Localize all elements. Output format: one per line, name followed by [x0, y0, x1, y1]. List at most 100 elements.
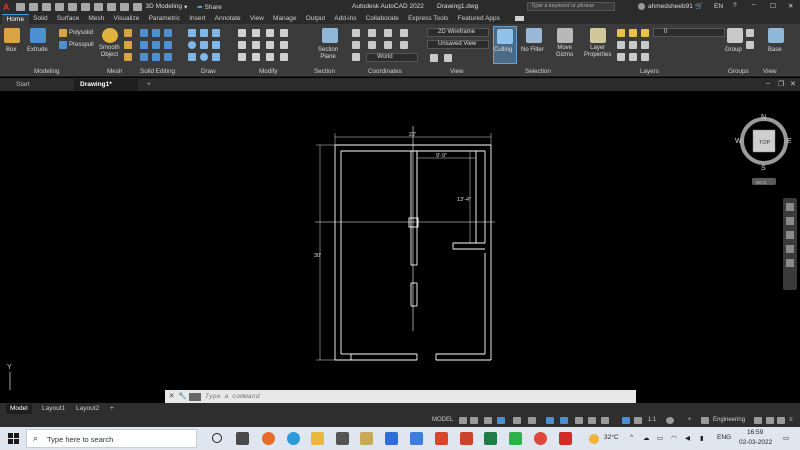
tab-annotate[interactable]: Annotate: [210, 14, 245, 24]
zoom-extents-icon[interactable]: [786, 231, 794, 239]
tray-language[interactable]: ENG: [717, 434, 731, 441]
coord-system-select[interactable]: World: [366, 53, 418, 62]
grid-icon[interactable]: [459, 417, 467, 424]
ellipse-icon[interactable]: [200, 53, 208, 61]
open-web-icon[interactable]: [67, 2, 77, 11]
tab-home[interactable]: Home: [2, 14, 29, 24]
file-explorer-icon[interactable]: [311, 432, 324, 445]
layer-properties-button[interactable]: Layer Properties: [584, 45, 611, 59]
group-icon[interactable]: [727, 28, 743, 43]
dropbox-icon[interactable]: [385, 432, 398, 445]
section-plane-icon[interactable]: [322, 28, 338, 43]
doc-tab-start[interactable]: Start: [10, 79, 36, 91]
base-view-icon[interactable]: [768, 28, 784, 43]
hatch-icon[interactable]: [212, 41, 220, 49]
edge-icon[interactable]: [287, 432, 300, 445]
view-select[interactable]: Unsaved View: [427, 40, 489, 49]
tab-surface[interactable]: Surface: [52, 14, 84, 24]
powerpoint-icon[interactable]: [460, 432, 473, 445]
box-icon[interactable]: [4, 28, 20, 43]
presspull-button[interactable]: Presspull: [69, 42, 94, 49]
polyline-icon[interactable]: [200, 29, 208, 37]
viewcube-north[interactable]: N: [761, 114, 766, 121]
tab-view[interactable]: View: [245, 14, 268, 24]
erase-icon[interactable]: [266, 53, 274, 61]
ucs-y-icon[interactable]: [368, 41, 376, 49]
workspace-gear-icon[interactable]: [666, 417, 674, 424]
move-gizmo-icon[interactable]: [557, 28, 573, 43]
trim-icon[interactable]: [266, 29, 274, 37]
view-tool-1-icon[interactable]: [430, 54, 438, 62]
gear-icon[interactable]: [132, 2, 142, 11]
osnap-tracking-icon[interactable]: [528, 417, 536, 424]
mesh-tool-3-icon[interactable]: [124, 53, 132, 61]
panel-mesh[interactable]: Mesh: [107, 68, 122, 75]
layer-tool-6-icon[interactable]: [641, 41, 649, 49]
hardware-acceleration-icon[interactable]: [777, 417, 785, 424]
new-file-icon[interactable]: [15, 2, 25, 11]
no-filter-button[interactable]: No Filter: [521, 47, 544, 54]
rectangle-icon[interactable]: [200, 41, 208, 49]
workspace-dropdown-icon[interactable]: ▾: [184, 3, 187, 11]
units-select[interactable]: Engineering: [713, 416, 745, 425]
excel-icon[interactable]: [484, 432, 497, 445]
steering-wheel-icon[interactable]: [786, 203, 794, 211]
line-icon[interactable]: [188, 29, 196, 37]
extrude-icon[interactable]: [30, 28, 46, 43]
plot-icon[interactable]: [93, 2, 103, 11]
no-filter-icon[interactable]: [526, 28, 542, 43]
command-input[interactable]: [205, 393, 605, 400]
save-web-icon[interactable]: [80, 2, 90, 11]
taskbar-search-box[interactable]: ⌕ Type here to search: [26, 429, 197, 448]
copy-icon[interactable]: [280, 29, 288, 37]
tray-time[interactable]: 16:59: [747, 429, 763, 436]
ucs-x-icon[interactable]: [352, 41, 360, 49]
section-plane-button[interactable]: Section Plane: [318, 47, 338, 61]
user-icon[interactable]: [638, 3, 645, 10]
imprint-icon[interactable]: [164, 53, 172, 61]
visual-style-select[interactable]: 2D Wireframe: [427, 28, 489, 37]
group-tool-1-icon[interactable]: [746, 29, 754, 37]
open-file-icon[interactable]: [28, 2, 38, 11]
maximize-icon[interactable]: ☐: [770, 2, 776, 10]
annotation-scale[interactable]: 1:1: [648, 416, 656, 425]
panel-solid-editing[interactable]: Solid Editing: [140, 68, 175, 75]
settings-icon[interactable]: [336, 432, 349, 445]
ucs-object-icon[interactable]: [352, 53, 360, 61]
layer-tool-5-icon[interactable]: [629, 41, 637, 49]
tab-visualize[interactable]: Visualize: [109, 14, 144, 24]
panel-coordinates[interactable]: Coordinates: [368, 68, 402, 75]
cortana-icon[interactable]: [212, 433, 222, 443]
tray-battery-icon[interactable]: ▮: [700, 434, 704, 442]
tray-date[interactable]: 02-03-2022: [739, 439, 772, 446]
undo-icon[interactable]: [106, 2, 116, 11]
tab-collaborate[interactable]: Collaborate: [361, 14, 403, 24]
weather-temp[interactable]: 32°C: [604, 434, 619, 441]
layer-tool-1-icon[interactable]: [617, 29, 625, 37]
viewcube-south[interactable]: S: [761, 165, 766, 172]
base-view-button[interactable]: Base: [768, 47, 782, 54]
customization-icon[interactable]: ≡: [789, 416, 793, 425]
panel-selection[interactable]: Selection: [525, 68, 551, 75]
task-view-icon[interactable]: [236, 432, 249, 445]
tab-manage[interactable]: Manage: [268, 14, 301, 24]
panel-modeling[interactable]: Modeling: [34, 68, 60, 75]
add-layout-button[interactable]: +: [106, 404, 118, 414]
share-button[interactable]: ➦ Share: [197, 3, 222, 11]
panel-view-2[interactable]: View: [763, 68, 777, 75]
panel-draw[interactable]: Draw: [201, 68, 216, 75]
polysolid-button[interactable]: Polysolid: [69, 30, 93, 37]
ucs-icon[interactable]: [352, 29, 360, 37]
layer-tool-3-icon[interactable]: [641, 29, 649, 37]
tab-insert[interactable]: Insert: [185, 14, 210, 24]
ucs-3point-icon[interactable]: [400, 29, 408, 37]
cart-icon[interactable]: 🛒: [695, 2, 703, 10]
viewcube[interactable]: TOP N S W E WCS: [735, 114, 792, 185]
chrome-icon[interactable]: [534, 432, 547, 445]
autocad-logo-icon[interactable]: A: [3, 2, 10, 12]
layer-tool-9-icon[interactable]: [641, 53, 649, 61]
app-badge-icon[interactable]: [360, 432, 373, 445]
panel-section[interactable]: Section: [314, 68, 335, 75]
tab-layout1[interactable]: Layout1: [38, 404, 69, 414]
isodraft-icon[interactable]: [513, 417, 521, 424]
